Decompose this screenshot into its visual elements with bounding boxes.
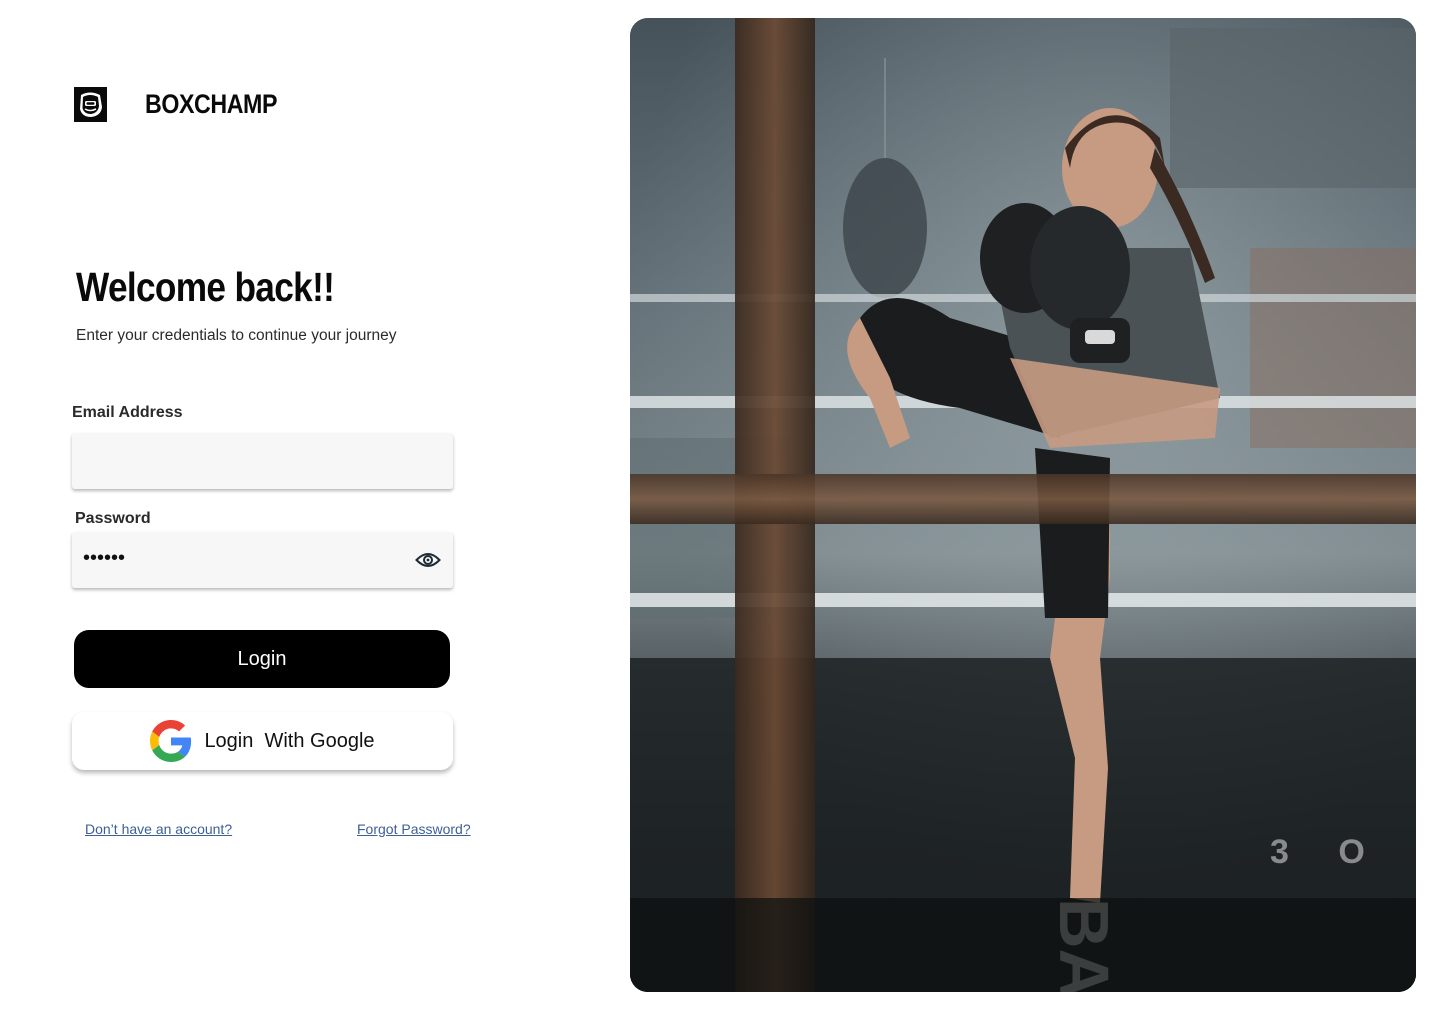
google-g-icon	[150, 720, 192, 762]
svg-text:3 O: 3 O	[1270, 833, 1385, 871]
boxing-woman-photo: BAG 3 O	[630, 18, 1416, 992]
email-field-container	[72, 433, 453, 489]
google-button-label: Login With Google	[204, 729, 375, 752]
brand-name: BOXCHAMP	[145, 88, 278, 119]
password-value: ••••••	[83, 547, 126, 569]
eye-icon[interactable]	[415, 547, 441, 573]
email-label: Email Address	[72, 404, 183, 421]
login-button-label: Login	[237, 647, 287, 670]
page-subtitle: Enter your credentials to continue your …	[76, 327, 397, 344]
google-login-button[interactable]: Login With Google	[72, 712, 453, 770]
signup-link[interactable]: Don’t have an account?	[85, 821, 232, 837]
boxer-helmet-icon	[74, 86, 107, 122]
login-page: BOXCHAMP Welcome back!! Enter your crede…	[0, 0, 1440, 1024]
password-label: Password	[75, 510, 151, 527]
page-title: Welcome back!!	[76, 264, 335, 310]
brand-header: BOXCHAMP	[74, 86, 299, 122]
login-button[interactable]: Login	[74, 630, 450, 688]
forgot-password-link[interactable]: Forgot Password?	[357, 821, 471, 837]
email-field[interactable]	[72, 433, 392, 489]
hero-illustration: BAG 3 O	[630, 18, 1416, 992]
password-field[interactable]: ••••••	[72, 532, 453, 588]
